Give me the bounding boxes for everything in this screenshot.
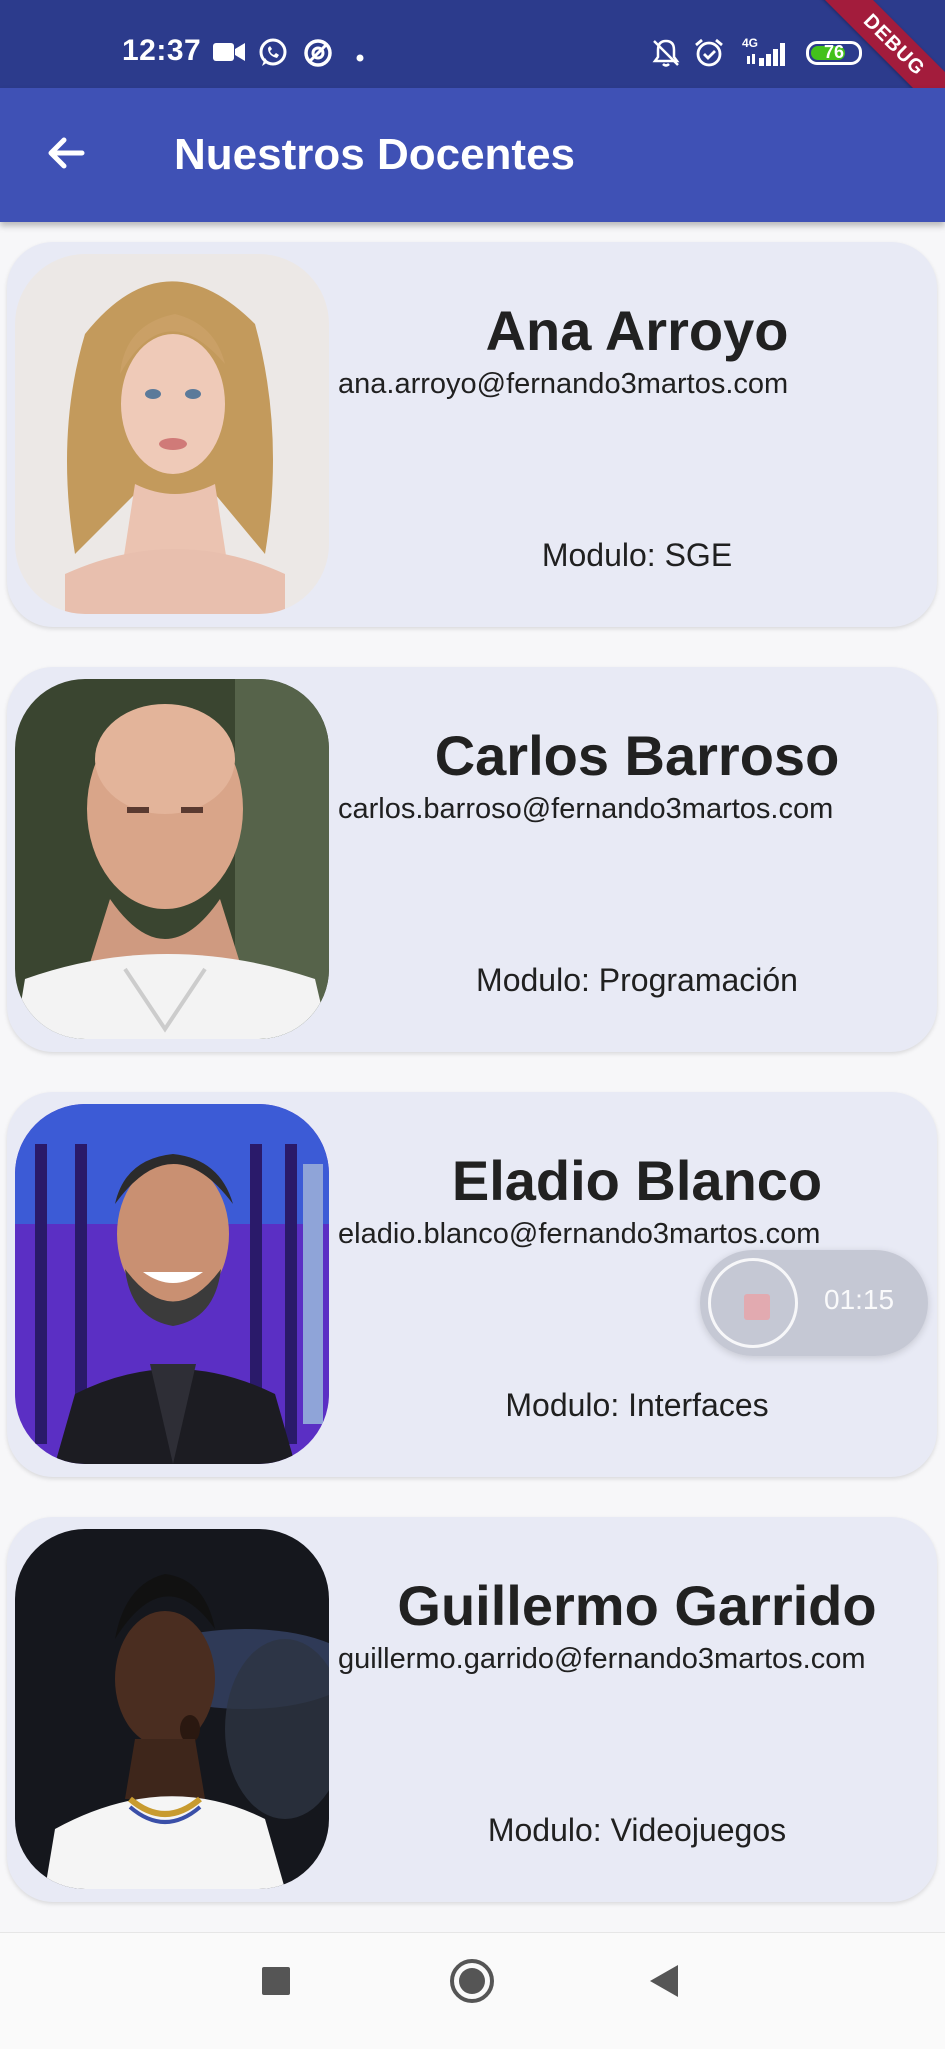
battery-icon: 76 xyxy=(806,41,862,65)
stop-recording-button[interactable] xyxy=(708,1258,798,1348)
teacher-email: ana.arroyo@fernando3martos.com xyxy=(338,368,789,400)
home-circle-icon xyxy=(450,1959,494,2003)
navigation-bar xyxy=(0,1932,945,2049)
teacher-name: Carlos Barroso xyxy=(434,724,840,787)
battery-level: 76 xyxy=(823,42,845,62)
recording-timer: 01:15 xyxy=(824,1284,895,1315)
teacher-photo xyxy=(15,254,329,614)
teacher-name: Ana Arroyo xyxy=(485,299,789,362)
whatsapp-icon xyxy=(257,37,289,74)
teacher-email: guillermo.garrido@fernando3martos.com xyxy=(338,1643,866,1675)
app-bar: Nuestros Docentes xyxy=(0,88,945,222)
bell-muted-icon xyxy=(650,37,682,74)
arrow-back-icon xyxy=(48,137,85,169)
signal-icon xyxy=(745,40,791,73)
alarm-icon xyxy=(693,37,725,74)
status-bar: 12:37 4G 76 DEBUG xyxy=(0,0,945,132)
teacher-email: eladio.blanco@fernando3martos.com xyxy=(338,1218,821,1250)
teacher-card[interactable]: Guillermo Garrido guillermo.garrido@fern… xyxy=(7,1517,937,1902)
teacher-email: carlos.barroso@fernando3martos.com xyxy=(338,793,834,825)
stop-icon xyxy=(744,1294,770,1320)
teacher-photo xyxy=(15,1104,329,1464)
notification-dot-icon xyxy=(356,49,364,67)
teacher-photo xyxy=(15,1529,329,1889)
page-title: Nuestros Docentes xyxy=(174,130,576,179)
teacher-card[interactable]: Ana Arroyo ana.arroyo@fernando3martos.co… xyxy=(7,242,937,627)
status-time: 12:37 xyxy=(122,34,202,67)
recents-button[interactable] xyxy=(258,1963,294,2004)
data-saver-icon xyxy=(302,37,334,74)
teacher-photo xyxy=(15,679,329,1039)
teacher-module: Modulo: Programación xyxy=(476,962,798,998)
back-triangle-icon xyxy=(650,1965,678,1997)
teacher-name: Guillermo Garrido xyxy=(397,1574,877,1637)
teacher-module: Modulo: SGE xyxy=(541,537,733,573)
teacher-module: Modulo: Interfaces xyxy=(505,1387,769,1423)
video-camera-icon xyxy=(212,37,246,72)
system-back-button[interactable] xyxy=(646,1961,682,2006)
back-button[interactable] xyxy=(40,125,96,181)
home-button[interactable] xyxy=(448,1957,496,2010)
teacher-name: Eladio Blanco xyxy=(451,1149,823,1212)
screen-recorder-widget[interactable]: 01:15 xyxy=(700,1250,928,1356)
teacher-module: Modulo: Videojuegos xyxy=(487,1812,787,1848)
recents-square-icon xyxy=(262,1967,290,1995)
teacher-card[interactable]: Carlos Barroso carlos.barroso@fernando3m… xyxy=(7,667,937,1052)
